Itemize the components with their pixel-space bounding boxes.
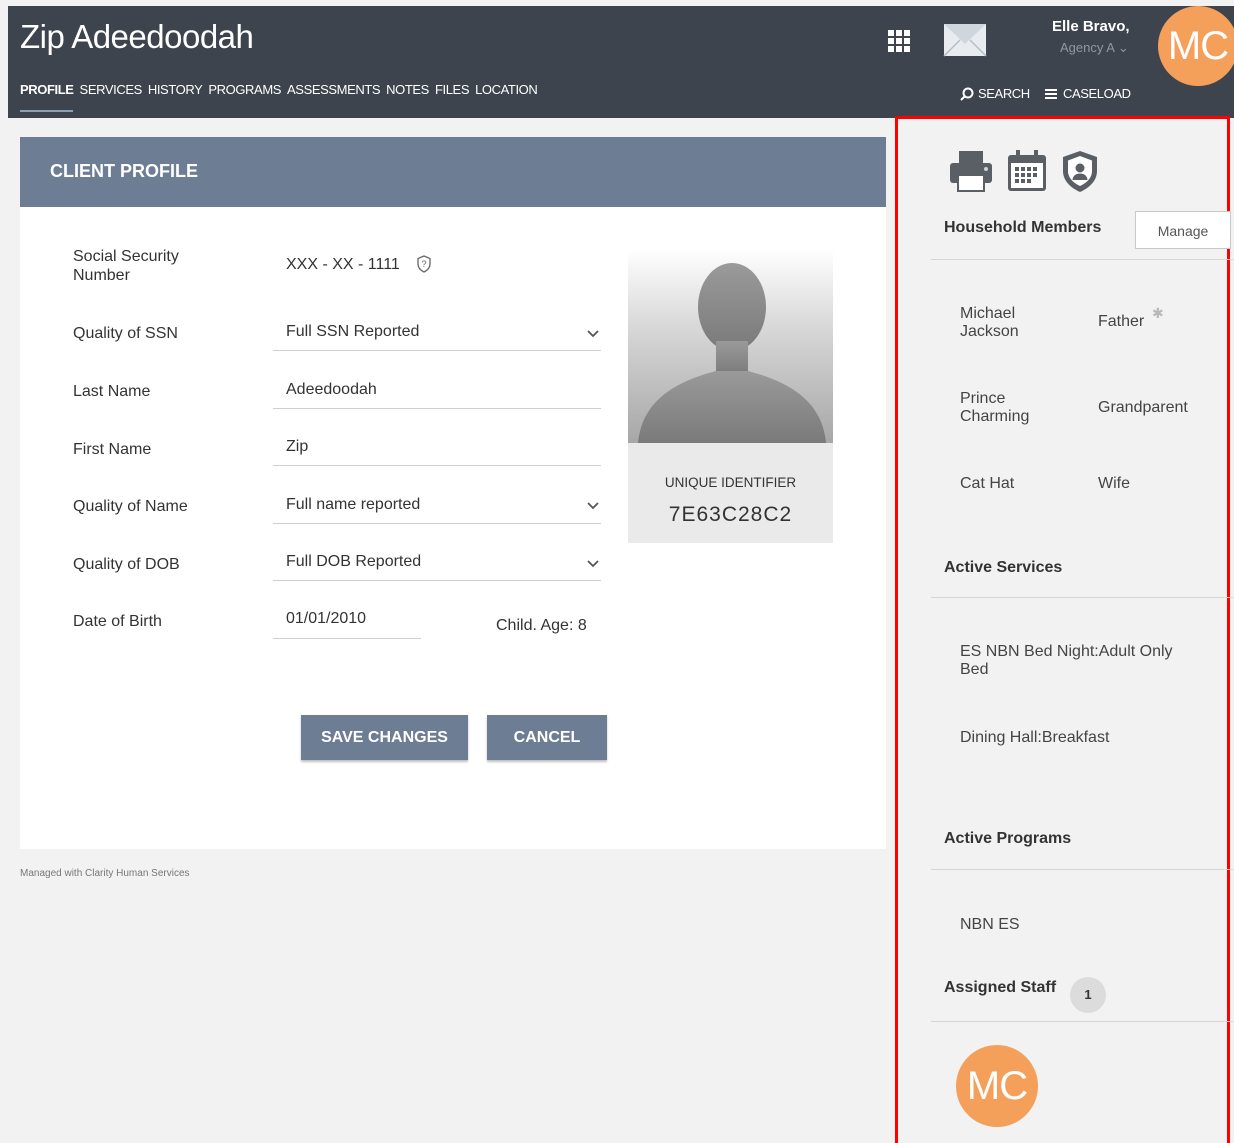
staff-count-badge: 1 [1070,977,1106,1013]
ssn-quality-value: Full SSN Reported [286,323,420,340]
tab-programs[interactable]: PROGRAMS [208,82,281,97]
field-underline [273,638,421,639]
calendar-icon[interactable] [1006,149,1048,193]
household-member-relation: Wife [1098,475,1130,492]
tab-assessments[interactable]: ASSESSMENTS [287,82,381,97]
field-underline [273,523,601,524]
household-member-name: Prince Charming [960,390,1030,425]
active-tab-underline [20,110,73,112]
field-underline [273,580,601,581]
name-quality-value: Full name reported [286,496,421,513]
apps-grid-icon[interactable] [888,30,910,52]
agency-label: Agency A [1060,40,1115,55]
top-header: Zip Adeedoodah PROFILE SERVICES HISTORY … [8,6,1234,118]
user-name[interactable]: Elle Bravo, [1052,18,1130,35]
section-divider [931,259,1233,260]
ssn-quality-label: Quality of SSN [73,325,178,342]
unique-identifier-label: UNIQUE IDENTIFIER [664,475,797,490]
client-name-title: Zip Adeedoodah [20,18,254,55]
search-label: SEARCH [978,86,1030,101]
active-service-item[interactable]: Dining Hall:Breakfast [960,729,1200,747]
shield-question-icon[interactable]: ? [416,255,432,273]
household-member-name: Michael Jackson [960,305,1019,340]
client-profile-header: CLIENT PROFILE [20,137,886,207]
household-member-relation: Father [1098,313,1145,330]
client-nav-tabs: PROFILE SERVICES HISTORY PROGRAMS ASSESS… [20,82,538,97]
save-changes-button[interactable]: SAVE CHANGES [301,715,468,760]
field-underline [273,408,601,409]
dob-label: Date of Birth [73,613,162,630]
menu-icon [1045,88,1057,99]
shield-user-icon[interactable] [1060,149,1100,193]
active-service-item[interactable]: ES NBN Bed Night:Adult Only Bed [960,643,1200,679]
section-divider [931,1021,1233,1022]
chevron-down-icon [587,560,599,568]
tab-files[interactable]: FILES [435,82,470,97]
side-action-icons [948,149,1100,193]
unique-identifier-value: 7E63C28C2 [668,503,793,526]
last-name-label: Last Name [73,383,151,400]
search-link[interactable]: SEARCH [960,86,1030,101]
manage-household-button[interactable]: Manage [1135,211,1231,249]
active-programs-title: Active Programs [944,830,1072,847]
tab-history[interactable]: HISTORY [148,82,203,97]
client-profile-form: Social Security Number XXX - XX - 1111 ?… [20,207,886,849]
field-underline [273,350,601,351]
household-member-name: Cat Hat [960,475,1015,492]
search-icon [960,87,974,101]
last-name-value: Adeedoodah [286,381,377,398]
tab-location[interactable]: LOCATION [475,82,538,97]
first-name-label: First Name [73,441,152,458]
dob-quality-label: Quality of DOB [73,556,180,573]
chevron-down-icon [587,502,599,510]
cancel-button[interactable]: CANCEL [487,715,607,760]
ssn-value: XXX - XX - 1111 [286,256,400,273]
client-profile-title: CLIENT PROFILE [50,161,198,181]
ssn-label: Social Security Number [73,248,179,284]
person-silhouette-icon [638,263,826,443]
name-quality-label: Quality of Name [73,498,188,515]
chevron-down-icon: ⌄ [1117,40,1129,55]
household-member-relation: Grandparent [1098,399,1188,416]
household-members-title: Household Members [944,219,1102,236]
caseload-label: CASELOAD [1063,86,1131,101]
agency-selector[interactable]: Agency A ⌄ [1060,40,1129,56]
svg-text:?: ? [421,259,426,269]
active-program-item[interactable]: NBN ES [960,916,1200,934]
first-name-value: Zip [286,438,309,455]
tab-services[interactable]: SERVICES [80,82,143,97]
mail-icon[interactable] [942,20,988,60]
side-panel: Household Members Manage Michael Jackson… [895,116,1233,1143]
tab-profile[interactable]: PROFILE [20,82,74,97]
printer-icon[interactable] [948,149,994,193]
age-text: Child. Age: 8 [496,617,587,634]
dob-quality-value: Full DOB Reported [286,553,422,570]
section-divider [931,597,1233,598]
field-underline [273,465,601,466]
caseload-link[interactable]: CASELOAD [1045,86,1131,101]
dob-value: 01/01/2010 [286,610,367,627]
tab-notes[interactable]: NOTES [386,82,429,97]
footer-note: Managed with Clarity Human Services [20,868,190,879]
asterisk-icon: ✱ [1152,305,1164,321]
assigned-staff-title: Assigned Staff [944,979,1057,996]
active-services-title: Active Services [944,559,1063,576]
client-photo[interactable] [628,249,833,443]
staff-avatar[interactable]: MC [956,1045,1038,1127]
user-avatar[interactable]: MC [1158,6,1234,86]
section-divider [931,869,1233,870]
client-photo-card: UNIQUE IDENTIFIER 7E63C28C2 [628,249,833,543]
chevron-down-icon [587,330,599,338]
